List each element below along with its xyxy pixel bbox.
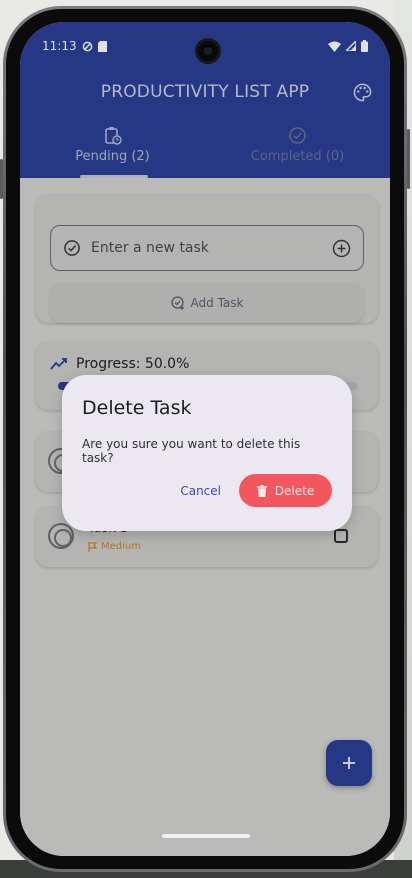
phone-screen: 11:13 PRODUCTIVITY LIST APP Pending (2) …: [20, 22, 390, 856]
home-indicator[interactable]: [162, 834, 250, 838]
delete-task-dialog: Delete Task Are you sure you want to del…: [62, 375, 352, 531]
delete-label: Delete: [274, 483, 315, 498]
volume-button: [0, 159, 3, 199]
dialog-message: Are you sure you want to delete this tas…: [82, 437, 301, 465]
cancel-button[interactable]: Cancel: [178, 478, 223, 504]
dialog-title: Delete Task: [82, 397, 192, 419]
delete-button[interactable]: Delete: [239, 474, 332, 507]
trash-icon: [256, 484, 267, 497]
power-button: [407, 129, 410, 189]
